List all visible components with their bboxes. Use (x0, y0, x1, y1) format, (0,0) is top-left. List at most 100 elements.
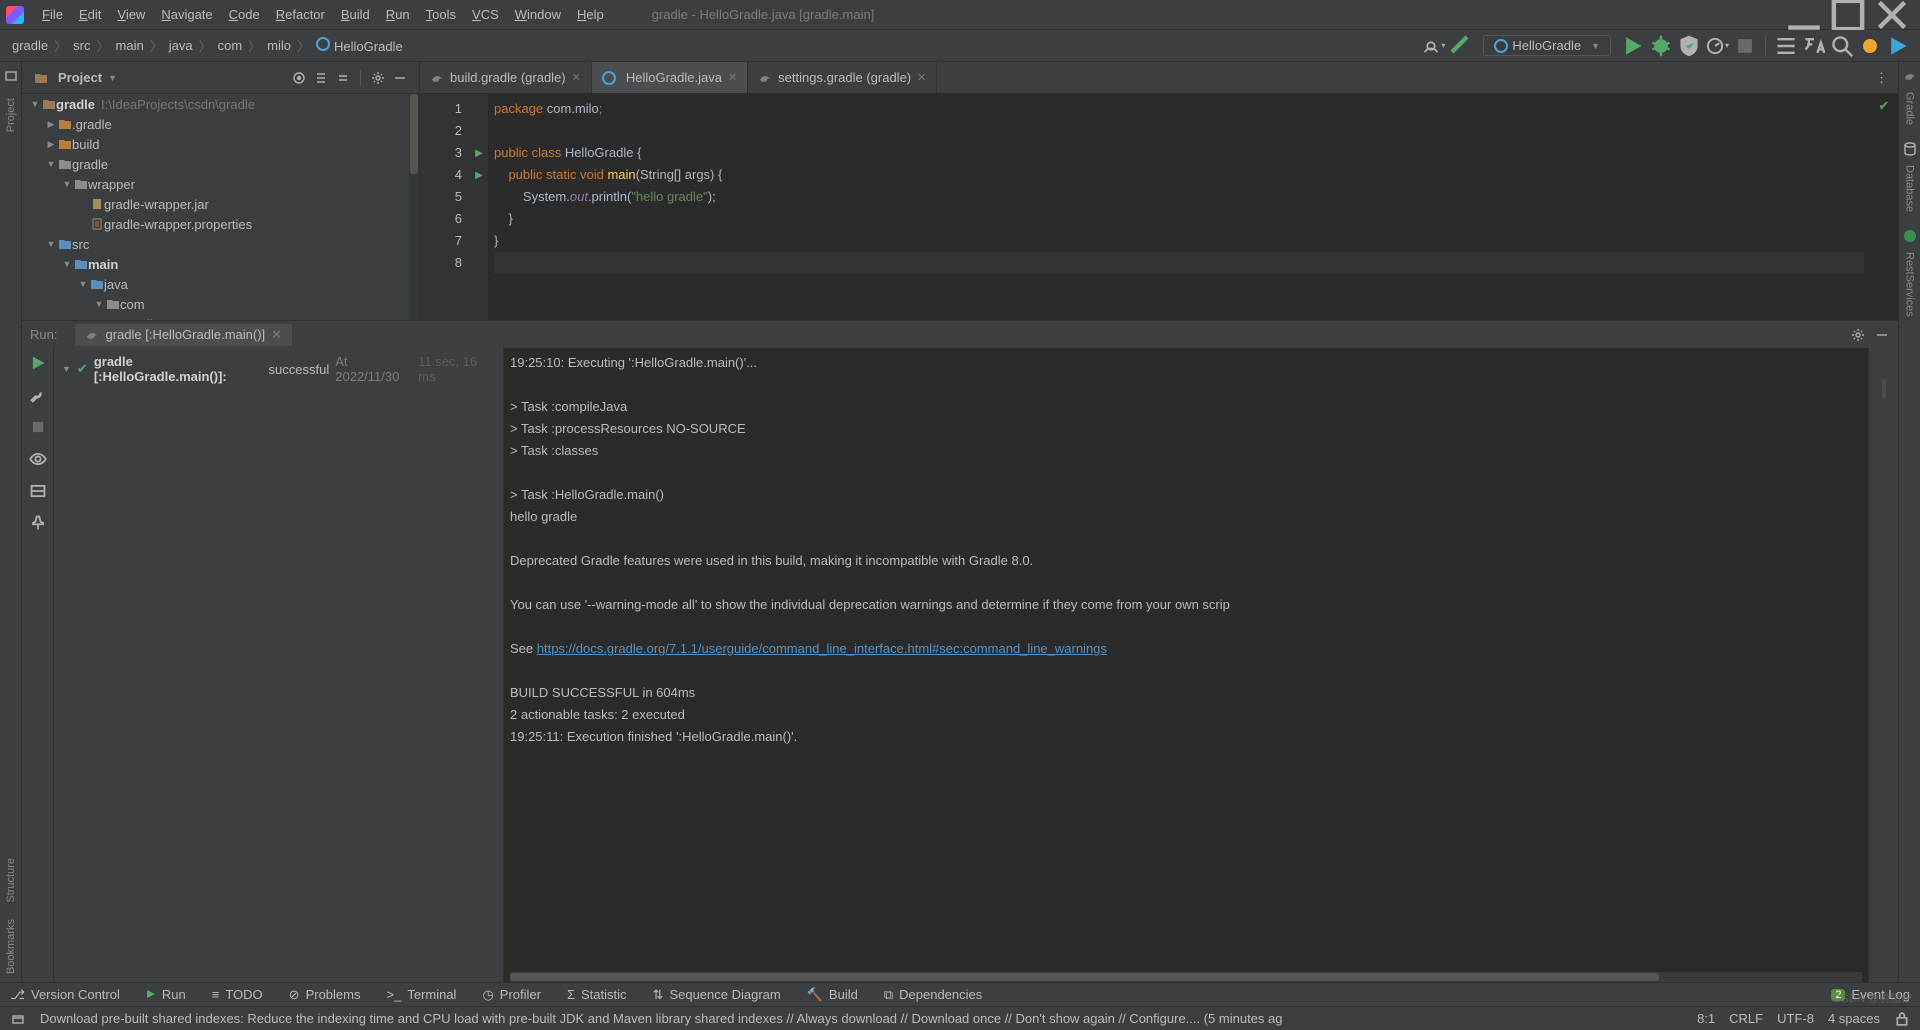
project-tab[interactable]: Project (5, 90, 17, 140)
line-separator[interactable]: CRLF (1729, 1011, 1763, 1026)
database-tab[interactable]: Database (1904, 157, 1916, 220)
layout-icon[interactable] (29, 482, 47, 500)
restservices-tab[interactable]: RestServices (1904, 244, 1916, 325)
more-tabs-icon[interactable]: ⋮ (1865, 62, 1898, 93)
run-tab[interactable]: gradle [:HelloGradle.main()] ✕ (75, 324, 292, 346)
breadcrumb-item[interactable]: java (165, 36, 197, 55)
bottom-tab-build[interactable]: 🔨Build (807, 987, 858, 1003)
tree-item[interactable]: ▶ build (22, 134, 419, 154)
structure-tab[interactable]: Structure (5, 850, 17, 911)
doc-link[interactable]: https://docs.gradle.org/7.1.1/userguide/… (537, 641, 1107, 656)
hide-icon[interactable] (392, 70, 408, 86)
caret-position[interactable]: 8:1 (1697, 1011, 1715, 1026)
gradle-tool-icon[interactable] (1902, 68, 1918, 84)
ide-features-icon[interactable] (1858, 34, 1882, 58)
tree-root[interactable]: ▼ gradleI:\IdeaProjects\csdn\gradle (22, 94, 419, 114)
expand-all-icon[interactable] (313, 70, 329, 86)
bottom-tab-todo[interactable]: ≡TODO (212, 987, 263, 1002)
tree-item[interactable]: ▼ milo (22, 314, 419, 320)
breadcrumb-item[interactable]: com (214, 36, 247, 55)
gradle-tab[interactable]: Gradle (1904, 84, 1916, 133)
scrollbar[interactable] (409, 94, 419, 320)
tree-item[interactable]: ▼ wrapper (22, 174, 419, 194)
bottom-tab-run[interactable]: Run (146, 987, 186, 1002)
editor-tab[interactable]: HelloGradle.java✕ (592, 62, 748, 93)
tree-item[interactable]: ▼ com (22, 294, 419, 314)
run-config-selector[interactable]: HelloGradle ▼ (1483, 35, 1611, 56)
menu-refactor[interactable]: Refactor (268, 3, 333, 26)
show-icon[interactable] (29, 450, 47, 468)
close-icon[interactable]: ✕ (572, 71, 581, 84)
menu-view[interactable]: View (109, 3, 153, 26)
tree-item[interactable]: ▼ main (22, 254, 419, 274)
close-icon[interactable]: ✕ (728, 71, 737, 84)
stop-icon[interactable] (29, 418, 47, 436)
menu-window[interactable]: Window (507, 3, 569, 26)
bottom-tab-terminal[interactable]: >_Terminal (386, 987, 456, 1002)
chevron-down-icon[interactable]: ▼ (108, 73, 117, 83)
stop-button[interactable] (1733, 34, 1757, 58)
database-tool-icon[interactable] (1902, 141, 1918, 157)
breadcrumb-item[interactable]: milo (263, 36, 295, 55)
menu-file[interactable]: File (34, 3, 71, 26)
rest-tool-icon[interactable] (1902, 228, 1918, 244)
menu-code[interactable]: Code (221, 3, 268, 26)
menu-help[interactable]: Help (569, 3, 612, 26)
ai-translate-icon[interactable] (1802, 34, 1826, 58)
console-output[interactable]: 19:25:10: Executing ':HelloGradle.main()… (504, 348, 1868, 982)
run-settings-icon[interactable] (1850, 327, 1866, 343)
tree-item[interactable]: ▼ java (22, 274, 419, 294)
pin-icon[interactable] (29, 514, 47, 532)
maximize-button[interactable] (1826, 0, 1870, 30)
tree-item[interactable]: gradle-wrapper.properties (22, 214, 419, 234)
menu-navigate[interactable]: Navigate (153, 3, 220, 26)
menu-run[interactable]: Run (378, 3, 418, 26)
file-encoding[interactable]: UTF-8 (1777, 1011, 1814, 1026)
build-icon[interactable] (1449, 34, 1473, 58)
scroll-to-end-icon[interactable] (1882, 379, 1886, 398)
settings-icon[interactable] (370, 70, 386, 86)
bottom-tab-problems[interactable]: ⊘Problems (289, 987, 361, 1003)
background-tasks-icon[interactable] (10, 1011, 26, 1027)
hide-icon[interactable] (1874, 327, 1890, 343)
close-icon[interactable]: ✕ (917, 71, 926, 84)
bottom-tab-profiler[interactable]: ◷Profiler (482, 987, 541, 1003)
rerun-icon[interactable] (29, 354, 47, 372)
tree-item[interactable]: ▶ .gradle (22, 114, 419, 134)
scrollbar[interactable] (510, 972, 1862, 982)
menu-build[interactable]: Build (333, 3, 378, 26)
project-tree[interactable]: ▼ gradleI:\IdeaProjects\csdn\gradle▶ .gr… (22, 94, 419, 320)
code-area[interactable]: package com.milo; public class HelloGrad… (488, 94, 1870, 320)
breadcrumb-item[interactable]: main (112, 36, 148, 55)
run-task-tree[interactable]: ▼ ✔ gradle [:HelloGradle.main()]: succes… (54, 348, 504, 982)
close-icon[interactable]: ✕ (271, 327, 282, 343)
debug-button[interactable] (1649, 34, 1673, 58)
run-button[interactable] (1621, 34, 1645, 58)
editor-tab[interactable]: settings.gradle (gradle)✕ (748, 62, 937, 93)
coverage-button[interactable] (1677, 34, 1701, 58)
add-configuration-icon[interactable]: ▾ (1421, 34, 1445, 58)
tree-item[interactable]: gradle-wrapper.jar (22, 194, 419, 214)
indent-status[interactable]: 4 spaces (1828, 1011, 1880, 1026)
menu-tools[interactable]: Tools (418, 3, 464, 26)
minimize-button[interactable] (1782, 0, 1826, 30)
menu-edit[interactable]: Edit (71, 3, 109, 26)
select-opened-file-icon[interactable] (291, 70, 307, 86)
update-project-icon[interactable] (1774, 34, 1798, 58)
menu-vcs[interactable]: VCS (464, 3, 507, 26)
profile-button[interactable]: ▾ (1705, 34, 1729, 58)
project-tool-icon[interactable] (3, 68, 19, 84)
wrench-icon[interactable] (29, 386, 47, 404)
bottom-tab-sequence-diagram[interactable]: ⇅Sequence Diagram (653, 987, 781, 1003)
search-everywhere-icon[interactable] (1830, 34, 1854, 58)
collapse-all-icon[interactable] (335, 70, 351, 86)
code-with-me-icon[interactable] (1886, 34, 1910, 58)
bottom-tab-statistic[interactable]: ΣStatistic (567, 987, 627, 1002)
bookmarks-tab[interactable]: Bookmarks (5, 911, 17, 982)
breadcrumb-item[interactable]: HelloGradle (312, 35, 407, 56)
tree-item[interactable]: ▼ src (22, 234, 419, 254)
bottom-tab-version-control[interactable]: ⎇Version Control (10, 987, 120, 1003)
close-button[interactable] (1870, 0, 1914, 30)
editor-tab[interactable]: build.gradle (gradle)✕ (420, 62, 592, 93)
tree-item[interactable]: ▼ gradle (22, 154, 419, 174)
